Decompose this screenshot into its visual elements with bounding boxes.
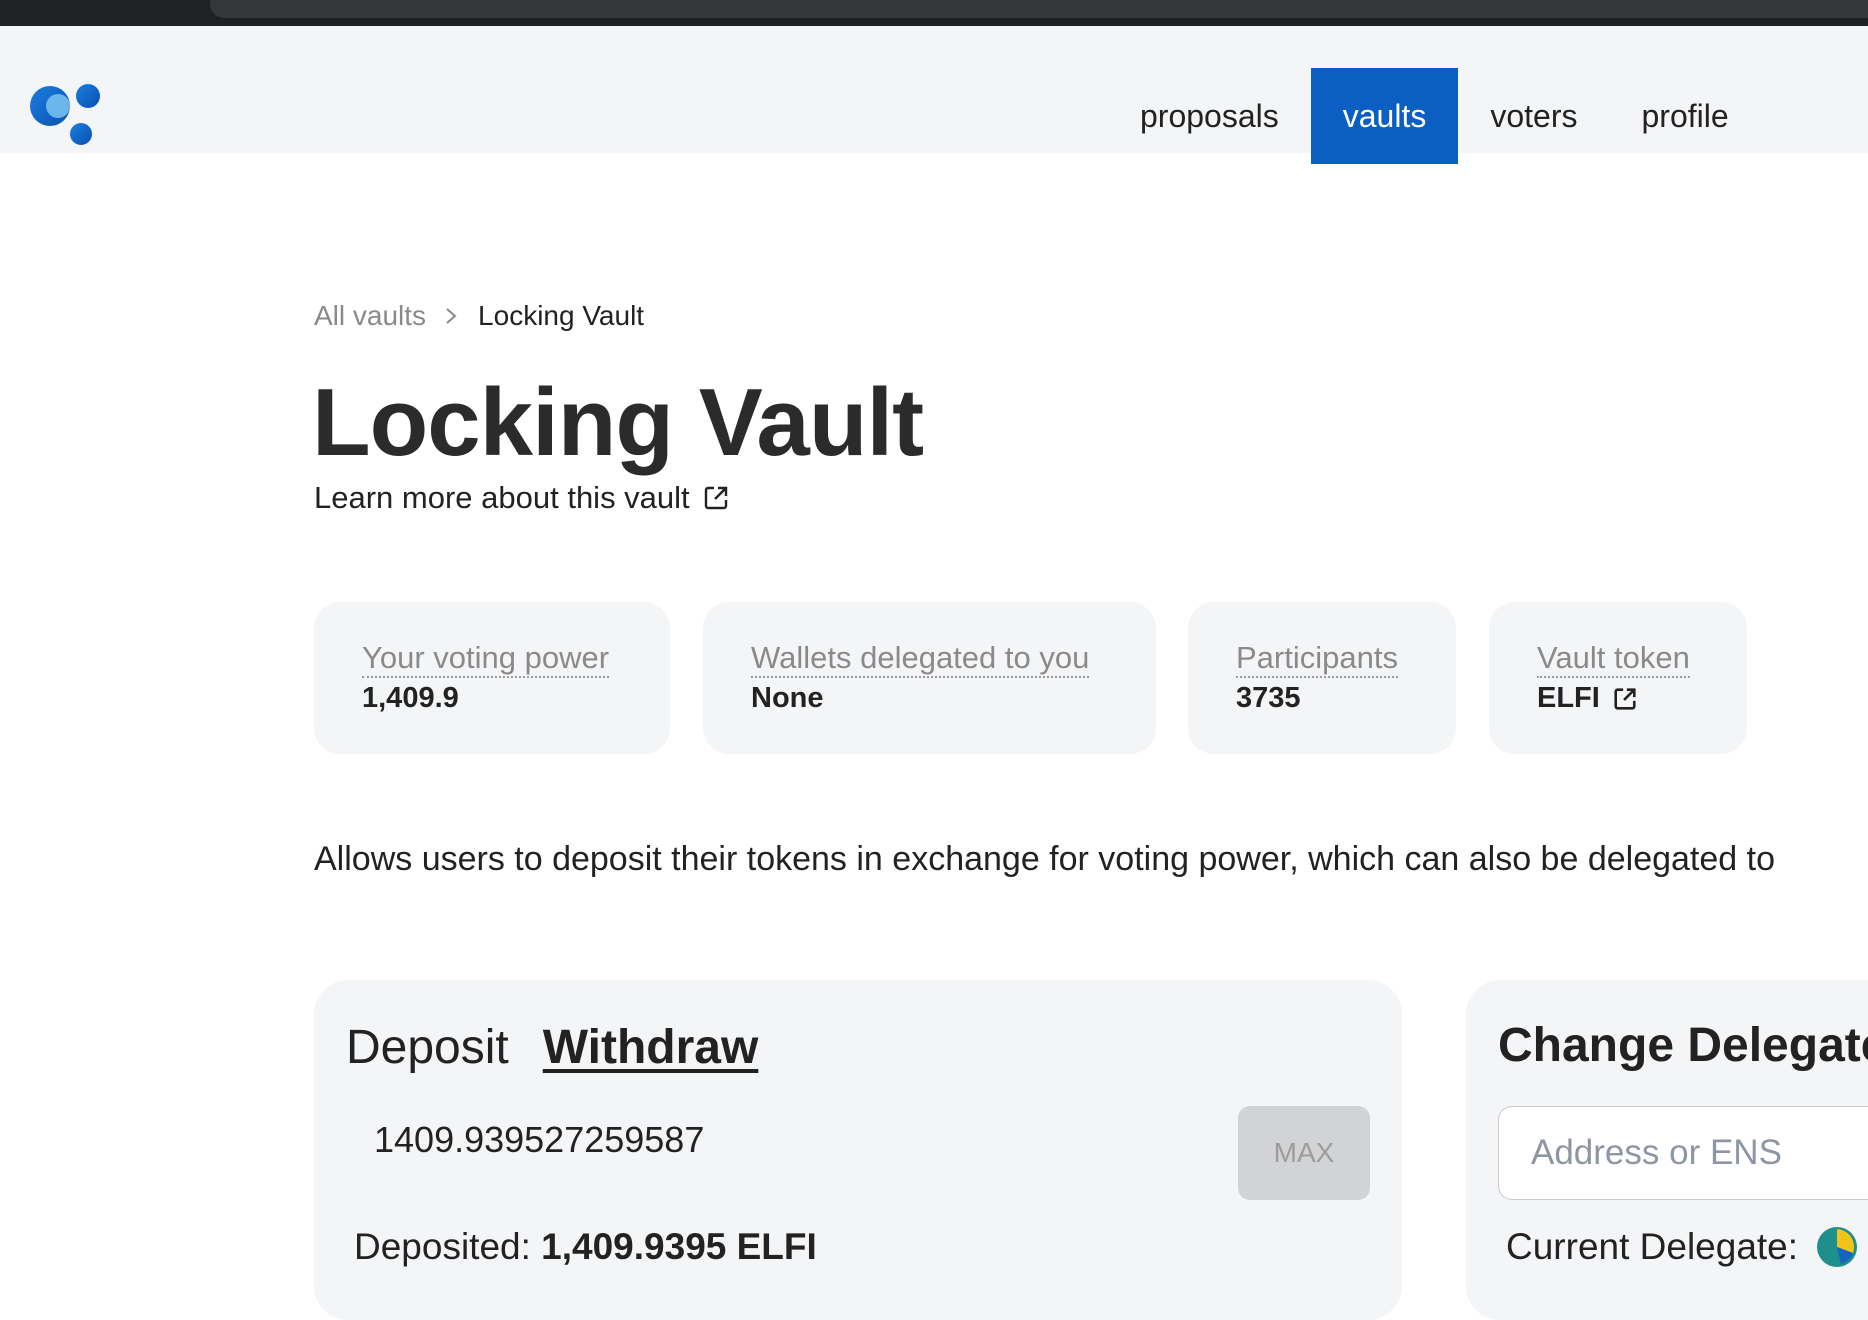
stat-value-text: None [751, 682, 824, 714]
stat-label[interactable]: Vault token [1537, 640, 1690, 678]
stat-label[interactable]: Wallets delegated to you [751, 640, 1090, 678]
stat-card-wallets-delegated: Wallets delegated to you None [703, 602, 1156, 754]
stat-value-text: ELFI [1537, 682, 1600, 714]
stat-card-vault-token: Vault token ELFI [1489, 602, 1747, 754]
nav-profile[interactable]: profile [1609, 68, 1760, 164]
logo-icon[interactable] [30, 82, 106, 148]
learn-more-label: Learn more about this vault [314, 480, 690, 515]
deposit-withdraw-tabs: Deposit Withdraw [346, 1020, 758, 1075]
top-nav-bar: proposals vaults voters profile [0, 26, 1868, 164]
breadcrumb-all-vaults[interactable]: All vaults [314, 300, 426, 332]
amount-input[interactable] [346, 1100, 1186, 1180]
stat-card-voting-power: Your voting power 1,409.9 [314, 602, 670, 754]
tab-deposit[interactable]: Deposit [346, 1020, 509, 1075]
nav-proposals[interactable]: proposals [1108, 68, 1311, 164]
stat-value-text: 3735 [1236, 682, 1301, 714]
breadcrumb-current: Locking Vault [478, 300, 645, 331]
stat-value: None [751, 682, 1108, 715]
external-link-icon [1614, 687, 1636, 710]
vault-description: Allows users to deposit their tokens in … [314, 840, 1775, 878]
stat-value: 1,409.9 [362, 682, 622, 715]
browser-title-strip [0, 0, 1868, 26]
current-delegate: Current Delegate: s [1506, 1226, 1868, 1268]
stat-label[interactable]: Your voting power [362, 640, 610, 678]
change-delegate-title: Change Delegate [1498, 1019, 1868, 1072]
stat-value-text: 1,409.9 [362, 682, 459, 714]
deposited-value: 1,409.9395 ELFI [541, 1226, 817, 1267]
nav-voters[interactable]: voters [1458, 68, 1609, 164]
change-delegate-panel: Change Delegate Current Delegate: s [1466, 980, 1868, 1320]
deposit-withdraw-panel: Deposit Withdraw MAX Deposited: 1,409.93… [314, 980, 1402, 1320]
learn-more-link[interactable]: Learn more about this vault [314, 480, 730, 516]
current-delegate-label: Current Delegate: [1506, 1226, 1799, 1267]
stat-card-participants: Participants 3735 [1188, 602, 1456, 754]
breadcrumb: All vaults Locking Vault [314, 300, 644, 332]
stat-label[interactable]: Participants [1236, 640, 1398, 678]
deposited-label: Deposited: [354, 1226, 531, 1267]
chevron-right-icon [444, 306, 458, 326]
browser-tab[interactable] [210, 0, 1868, 18]
page-title: Locking Vault [312, 369, 924, 476]
tab-withdraw[interactable]: Withdraw [543, 1020, 759, 1075]
max-button[interactable]: MAX [1238, 1106, 1370, 1200]
avatar-icon [1817, 1227, 1858, 1267]
main-nav: proposals vaults voters profile [1108, 68, 1761, 164]
vault-token-link[interactable]: ELFI [1537, 682, 1699, 715]
nav-vaults[interactable]: vaults [1310, 68, 1459, 164]
external-link-icon [704, 486, 727, 510]
stat-value: 3735 [1236, 682, 1408, 715]
deposited-summary: Deposited: 1,409.9395 ELFI [354, 1226, 817, 1268]
delegate-address-input[interactable] [1498, 1106, 1868, 1200]
